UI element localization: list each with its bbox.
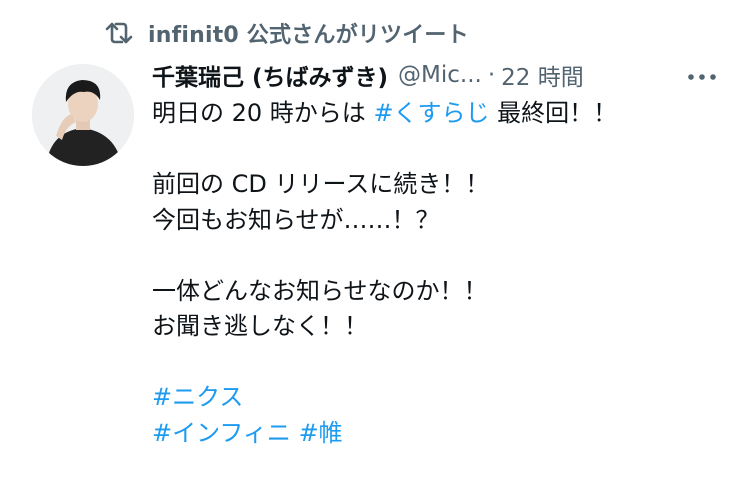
tweet-header: 千葉瑞己 (ちばみずき) @Mic... · 22 時間 [152, 58, 722, 92]
tweet-line: お聞き逃しなく！！ [152, 312, 368, 340]
retweet-label[interactable]: infinit0 公式さんがリツイート [148, 17, 469, 49]
more-horizontal-icon [687, 66, 717, 85]
tweet-line: 今回もお知らせが……！？ [152, 205, 440, 234]
tweet-time[interactable]: 22 時間 [501, 58, 584, 92]
tweet-line: 明日の 20 時からは #くすらじ 最終回！！ [152, 96, 732, 132]
author-name[interactable]: 千葉瑞己 (ちばみずき) [152, 58, 388, 92]
tweet-text: 明日の 20 時からは #くすらじ 最終回！！ 前回の CD リリースに続き！！… [152, 96, 732, 451]
tweet-line: #インフィニ #帷 [152, 416, 732, 452]
tweet-text-segment: 最終回！！ [489, 99, 618, 127]
tweet-line: 前回の CD リリースに続き！！ [152, 170, 490, 198]
retweet-indicator[interactable]: infinit0 公式さんがリツイート [104, 16, 469, 50]
hashtag-link[interactable]: #くすらじ [373, 99, 489, 127]
author-handle[interactable]: @Mic... [398, 62, 482, 88]
retweet-icon [104, 21, 134, 45]
hashtag-link[interactable]: #帷 [299, 419, 343, 447]
avatar[interactable] [32, 64, 134, 166]
hashtag-link[interactable]: #ニクス [152, 383, 243, 411]
tweet-line: 一体どんなお知らせなのか！！ [152, 276, 488, 305]
hashtag-link[interactable]: #インフィニ [152, 419, 291, 447]
tweet-line: #ニクス [152, 380, 732, 416]
tweet-text-segment: 明日の 20 時からは [152, 99, 374, 127]
more-button[interactable] [682, 62, 722, 88]
separator-dot: · [487, 62, 496, 88]
